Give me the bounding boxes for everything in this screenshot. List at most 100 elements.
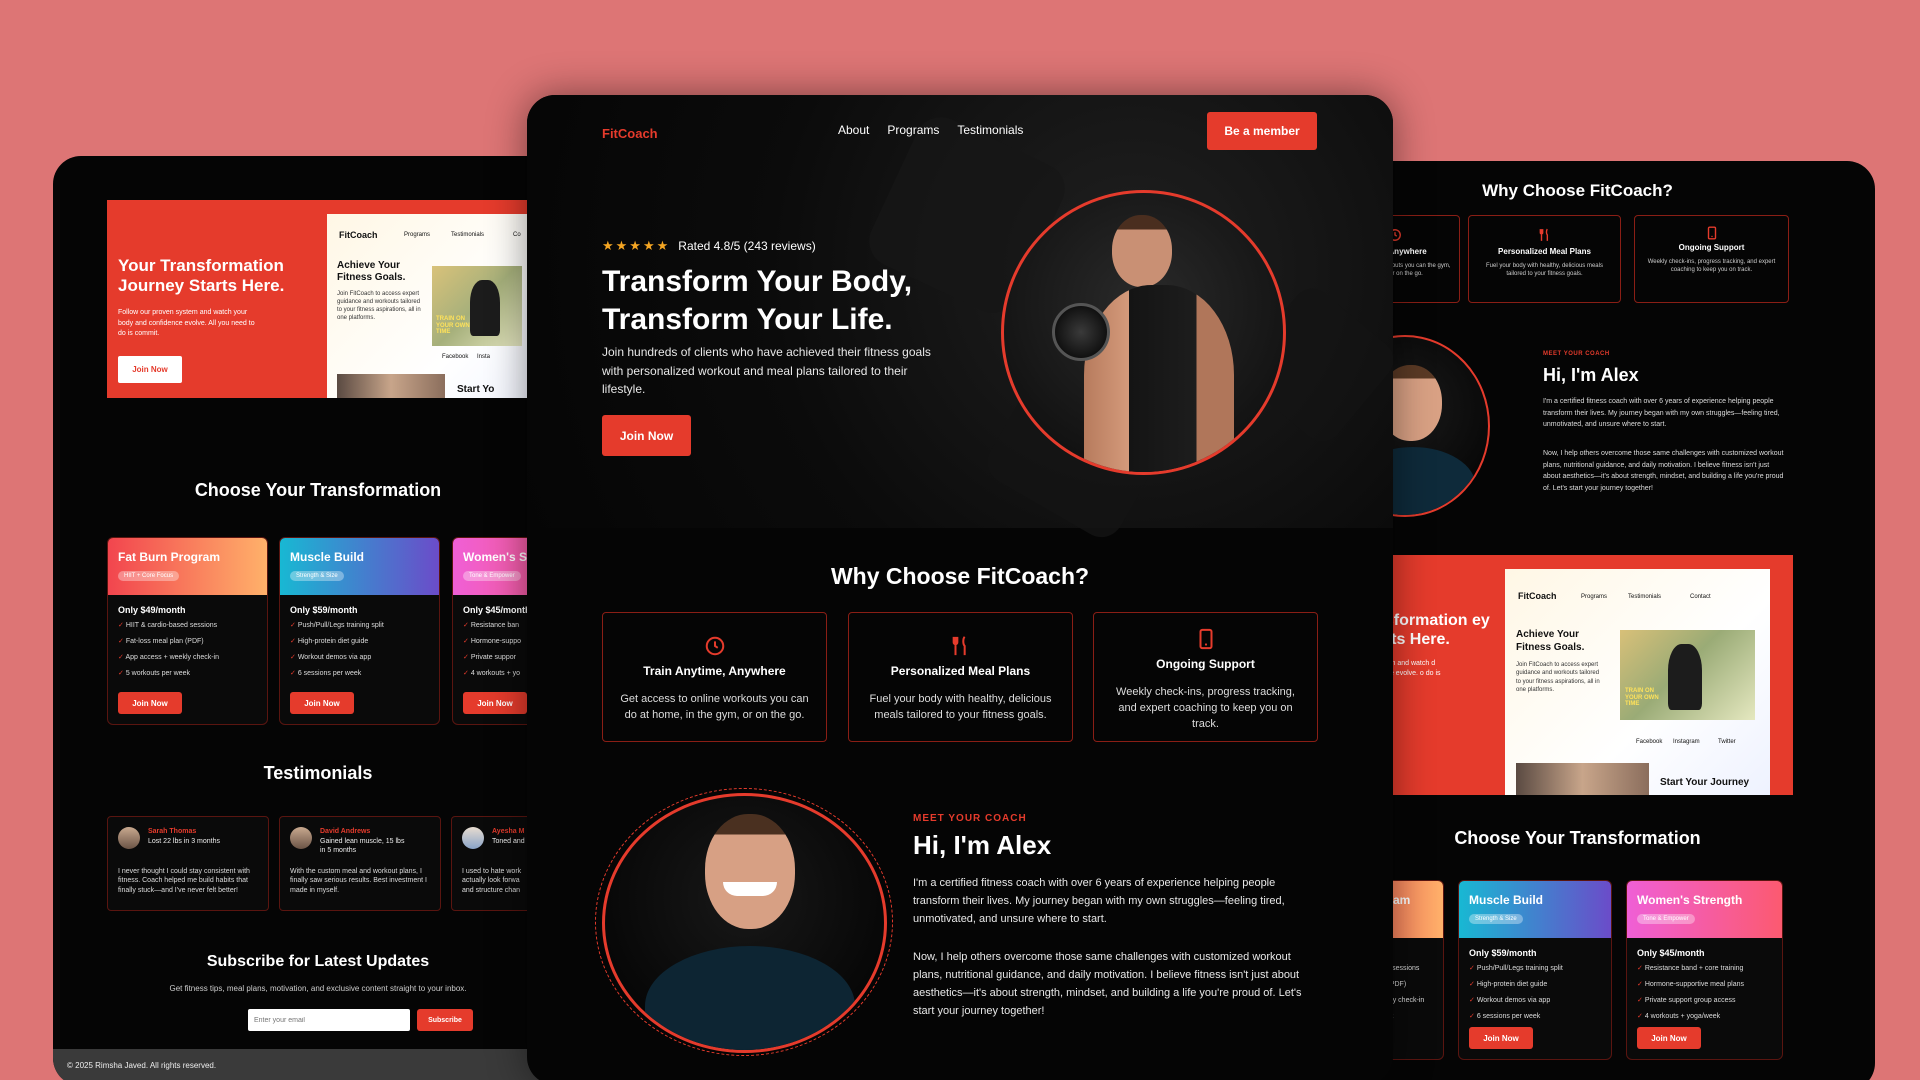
program-price: Only $59/month <box>290 605 358 615</box>
mini-nav-programs[interactable]: Programs <box>404 232 430 238</box>
program-feature: Fat-loss meal plan (PDF) <box>118 637 257 645</box>
mini-footer-title: Start Your Journey <box>1660 777 1750 788</box>
transformation-join-button[interactable]: Join Now <box>118 356 182 383</box>
mini-social-twitter[interactable]: Twitter <box>1718 739 1736 745</box>
program-tag: Strength & Size <box>1469 914 1523 924</box>
hero-section: FitCoach About Programs Testimonials Be … <box>527 95 1393 546</box>
feature-card-train: Train Anytime, Anywhere Get access to on… <box>602 612 827 742</box>
why-title: Why Choose FitCoach? <box>830 563 1090 589</box>
avatar <box>462 827 484 849</box>
program-feature: Push/Pull/Legs training split <box>290 621 429 629</box>
program-feature: Private support group access <box>1637 996 1772 1004</box>
coach-title: Hi, I'm Alex <box>913 830 1052 860</box>
program-feature: 6 sessions per week <box>1469 1012 1601 1020</box>
program-feature: High-protein diet guide <box>1469 980 1601 988</box>
program-join-button[interactable]: Join Now <box>118 692 182 714</box>
mini-social-facebook[interactable]: Facebook <box>442 354 468 360</box>
program-price: Only $59/month <box>1469 948 1537 958</box>
feature-card-meals: Personalized Meal Plans Fuel your body w… <box>848 612 1073 742</box>
coach-title-right: Hi, I'm Alex <box>1543 365 1639 385</box>
program-feature: Hormone-supportive meal plans <box>1637 980 1772 988</box>
program-join-button[interactable]: Join Now <box>1637 1027 1701 1049</box>
feature-card-right: Personalized Meal Plans Fuel your body w… <box>1468 215 1621 303</box>
mini-brand: FitCoach <box>1518 591 1557 601</box>
program-join-button[interactable]: Join Now <box>1469 1027 1533 1049</box>
testimonials-title: Testimonials <box>263 763 373 783</box>
subscribe-subtitle: Get fitness tips, meal plans, motivation… <box>169 984 467 993</box>
avatar <box>290 827 312 849</box>
testimonial-card: Sarah Thomas Lost 22 lbs in 3 months I n… <box>107 816 269 911</box>
mini-nav-contact[interactable]: Contact <box>1690 594 1711 600</box>
program-feature: 6 sessions per week <box>290 669 429 677</box>
program-join-button[interactable]: Join Now <box>290 692 354 714</box>
mini-social-instagram[interactable]: Instagram <box>1673 739 1700 745</box>
star-rating-icon: ★★★★★ <box>602 238 671 253</box>
program-card-muscle-right: Muscle Build Strength & Size Only $59/mon… <box>1458 880 1612 1060</box>
mini-nav-testimonials[interactable]: Testimonials <box>451 232 484 238</box>
be-member-button[interactable]: Be a member <box>1207 112 1317 150</box>
mini-nav-contact[interactable]: Co <box>513 232 521 238</box>
nav-programs[interactable]: Programs <box>887 123 939 137</box>
coach-para1-right: I'm a certified fitness coach with over … <box>1543 398 1780 429</box>
trainer-head <box>1112 215 1172 287</box>
hero-title-line1: Transform Your Body, <box>602 265 913 298</box>
mini-footer-title: Start Yo <box>457 384 495 395</box>
feature-desc: Weekly check-ins, progress tracking, and… <box>1116 686 1295 730</box>
feature-title: Train Anytime, Anywhere <box>643 664 786 678</box>
footer-copyright: © 2025 Rimsha Javed. All rights reserved… <box>67 1061 217 1070</box>
mini-social-instagram[interactable]: Insta <box>477 354 490 360</box>
nav-about[interactable]: About <box>838 123 869 137</box>
mini-title: Achieve Your Fitness Goals. <box>337 260 406 283</box>
mini-social-facebook[interactable]: Facebook <box>1636 739 1662 745</box>
rating-row: ★★★★★ Rated 4.8/5 (243 reviews) <box>602 238 816 254</box>
coach-shirt <box>645 946 855 1050</box>
program-tag: Tone & Empower <box>463 571 521 581</box>
program-feature: Push/Pull/Legs training split <box>1469 964 1601 972</box>
program-name: Women's Strength <box>1637 893 1743 907</box>
coach-smile <box>723 882 777 896</box>
coach-para2-right: Now, I help others overcome those same c… <box>1543 450 1784 492</box>
program-header: Muscle Build Strength & Size <box>280 538 439 595</box>
nav-testimonials[interactable]: Testimonials <box>957 123 1023 137</box>
coach-photo <box>602 793 887 1053</box>
testimonial-stat: Gained lean muscle, 15 lbs in 5 months <box>320 838 405 854</box>
testimonial-card: David Andrews Gained lean muscle, 15 lbs… <box>279 816 441 911</box>
feature-title: Ongoing Support <box>1156 657 1255 671</box>
testimonial-quote: I never thought I could stay consistent … <box>118 868 250 894</box>
program-price: Only $45/month <box>1637 948 1705 958</box>
mini-footer-image <box>337 374 445 398</box>
fork-knife-icon <box>952 636 966 656</box>
feature-desc: Fuel your body with healthy, delicious m… <box>869 693 1052 721</box>
coach-para2: Now, I help others overcome those same c… <box>913 951 1302 1018</box>
mini-poster-image: TRAIN ON YOUR OWN TIME <box>432 266 522 346</box>
mini-nav-testimonials[interactable]: Testimonials <box>1628 594 1661 600</box>
trainer-body <box>1084 285 1234 472</box>
footer-bar: © 2025 Rimsha Javed. All rights reserved… <box>53 1049 583 1080</box>
testimonial-name: Ayesha M <box>492 828 525 835</box>
coach-face <box>705 814 795 929</box>
main-nav: About Programs Testimonials <box>838 123 1023 137</box>
brand-logo[interactable]: FitCoach <box>602 126 658 141</box>
transformation-hero-block: Your Transformation Journey Starts Here.… <box>107 200 583 398</box>
program-name: Muscle Build <box>1469 893 1544 907</box>
avatar <box>118 827 140 849</box>
hero-join-button[interactable]: Join Now <box>602 415 691 456</box>
program-join-button[interactable]: Join Now <box>463 692 527 714</box>
mini-nav-programs[interactable]: Programs <box>1581 594 1607 600</box>
programs-title: Choose Your Transformation <box>194 480 442 500</box>
testimonial-quote: With the custom meal and workout plans, … <box>290 868 427 894</box>
program-feature: 4 workouts + yoga/week <box>1637 1012 1772 1020</box>
transformation-hero-title: Your Transformation Journey Starts Here. <box>118 256 285 296</box>
programs-title-right: Choose Your Transformation <box>1454 828 1701 848</box>
program-name: Fat Burn Program <box>118 550 221 564</box>
hero-title-line2: Transform Your Life. <box>602 302 893 336</box>
program-card-women-right: Women's Strength Tone & Empower Only $45/… <box>1626 880 1783 1060</box>
hero-title: Transform Your Body, Transform Your Life… <box>602 263 912 338</box>
program-feature: App access + weekly check-in <box>118 653 257 661</box>
testimonial-quote: I used to hate work actually look forwa … <box>462 868 522 894</box>
subscribe-button[interactable]: Subscribe <box>417 1009 473 1031</box>
email-input[interactable] <box>248 1009 410 1031</box>
mini-site-preview-right: FitCoach Programs Testimonials Contact A… <box>1505 569 1770 795</box>
mini-poster-figure <box>470 280 500 336</box>
phone-icon <box>1198 628 1213 650</box>
